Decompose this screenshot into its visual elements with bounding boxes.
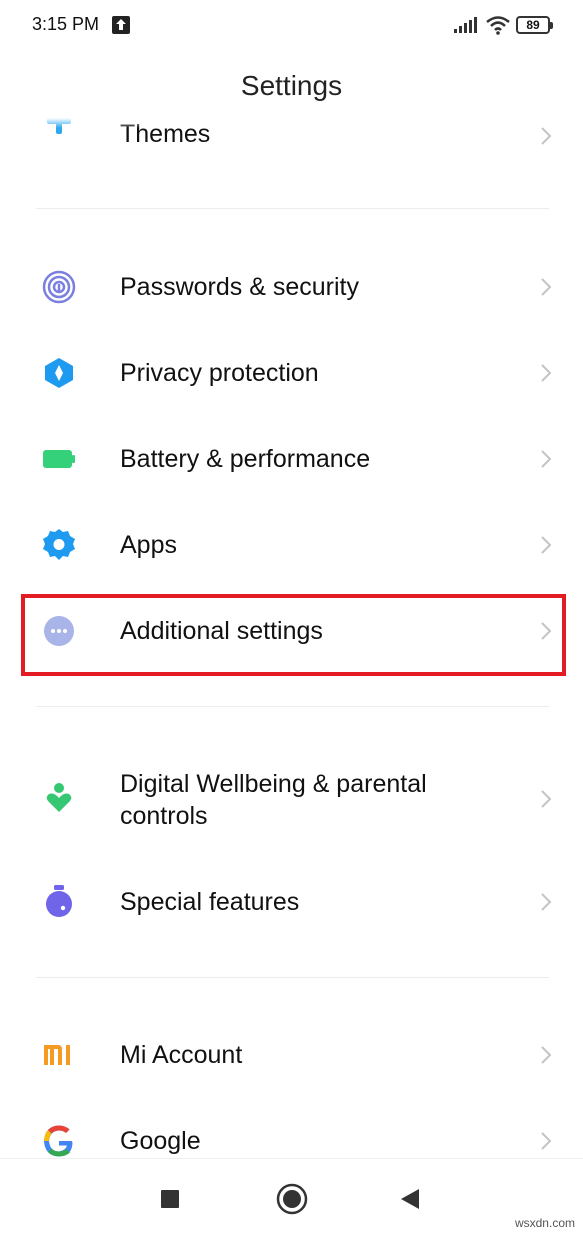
chevron-right-icon (538, 275, 554, 299)
navigation-bar (0, 1158, 583, 1237)
chevron-right-icon (538, 447, 554, 471)
settings-item-label: Mi Account (120, 1041, 243, 1069)
chevron-right-icon (538, 787, 554, 811)
battery-icon: 89 (516, 16, 553, 34)
recents-button[interactable] (160, 1189, 180, 1214)
settings-item-label: Google (120, 1127, 201, 1155)
chevron-right-icon (538, 1129, 554, 1153)
settings-item-label: Digital Wellbeing & parental controls (120, 770, 427, 830)
battery-performance-icon (42, 442, 76, 476)
divider (36, 706, 549, 707)
chevron-right-icon (538, 890, 554, 914)
upload-notification-icon (112, 16, 130, 34)
wellbeing-icon (42, 782, 76, 816)
back-button[interactable] (399, 1188, 421, 1215)
privacy-shield-icon (42, 356, 76, 390)
chevron-right-icon (538, 1043, 554, 1067)
settings-item-battery-performance[interactable]: Battery & performance (0, 416, 583, 502)
settings-item-digital-wellbeing[interactable]: Digital Wellbeing & parental controls (0, 740, 583, 858)
mi-logo-icon (42, 1038, 76, 1072)
flask-icon (42, 884, 76, 918)
gear-icon (42, 528, 76, 562)
wifi-icon (485, 15, 511, 40)
settings-item-privacy-protection[interactable]: Privacy protection (0, 330, 583, 416)
settings-item-apps[interactable]: Apps (0, 502, 583, 588)
google-logo-icon (42, 1124, 76, 1158)
settings-item-label: Passwords & security (120, 273, 359, 301)
settings-item-label: Apps (120, 531, 177, 559)
divider (36, 977, 549, 978)
chevron-right-icon (538, 361, 554, 385)
settings-item-label: Privacy protection (120, 359, 319, 387)
scroll-fade (0, 118, 583, 128)
divider (36, 208, 549, 209)
settings-item-label: Battery & performance (120, 445, 371, 473)
settings-item-mi-account[interactable]: Mi Account (0, 1012, 583, 1098)
settings-item-special-features[interactable]: Special features (0, 858, 583, 946)
watermark: wsxdn.com (514, 1216, 575, 1230)
settings-item-passwords-security[interactable]: Passwords & security (0, 244, 583, 330)
signal-icon (453, 17, 477, 38)
highlight-box (21, 594, 566, 676)
home-button[interactable] (276, 1183, 308, 1220)
fingerprint-icon (42, 270, 76, 304)
settings-item-google[interactable]: Google (0, 1098, 583, 1158)
status-time: 3:15 PM (32, 14, 100, 34)
settings-item-label: Special features (120, 888, 300, 916)
status-bar: 3:15 PM 89 (0, 0, 583, 52)
page-title: Settings (240, 70, 343, 101)
chevron-right-icon (538, 533, 554, 557)
